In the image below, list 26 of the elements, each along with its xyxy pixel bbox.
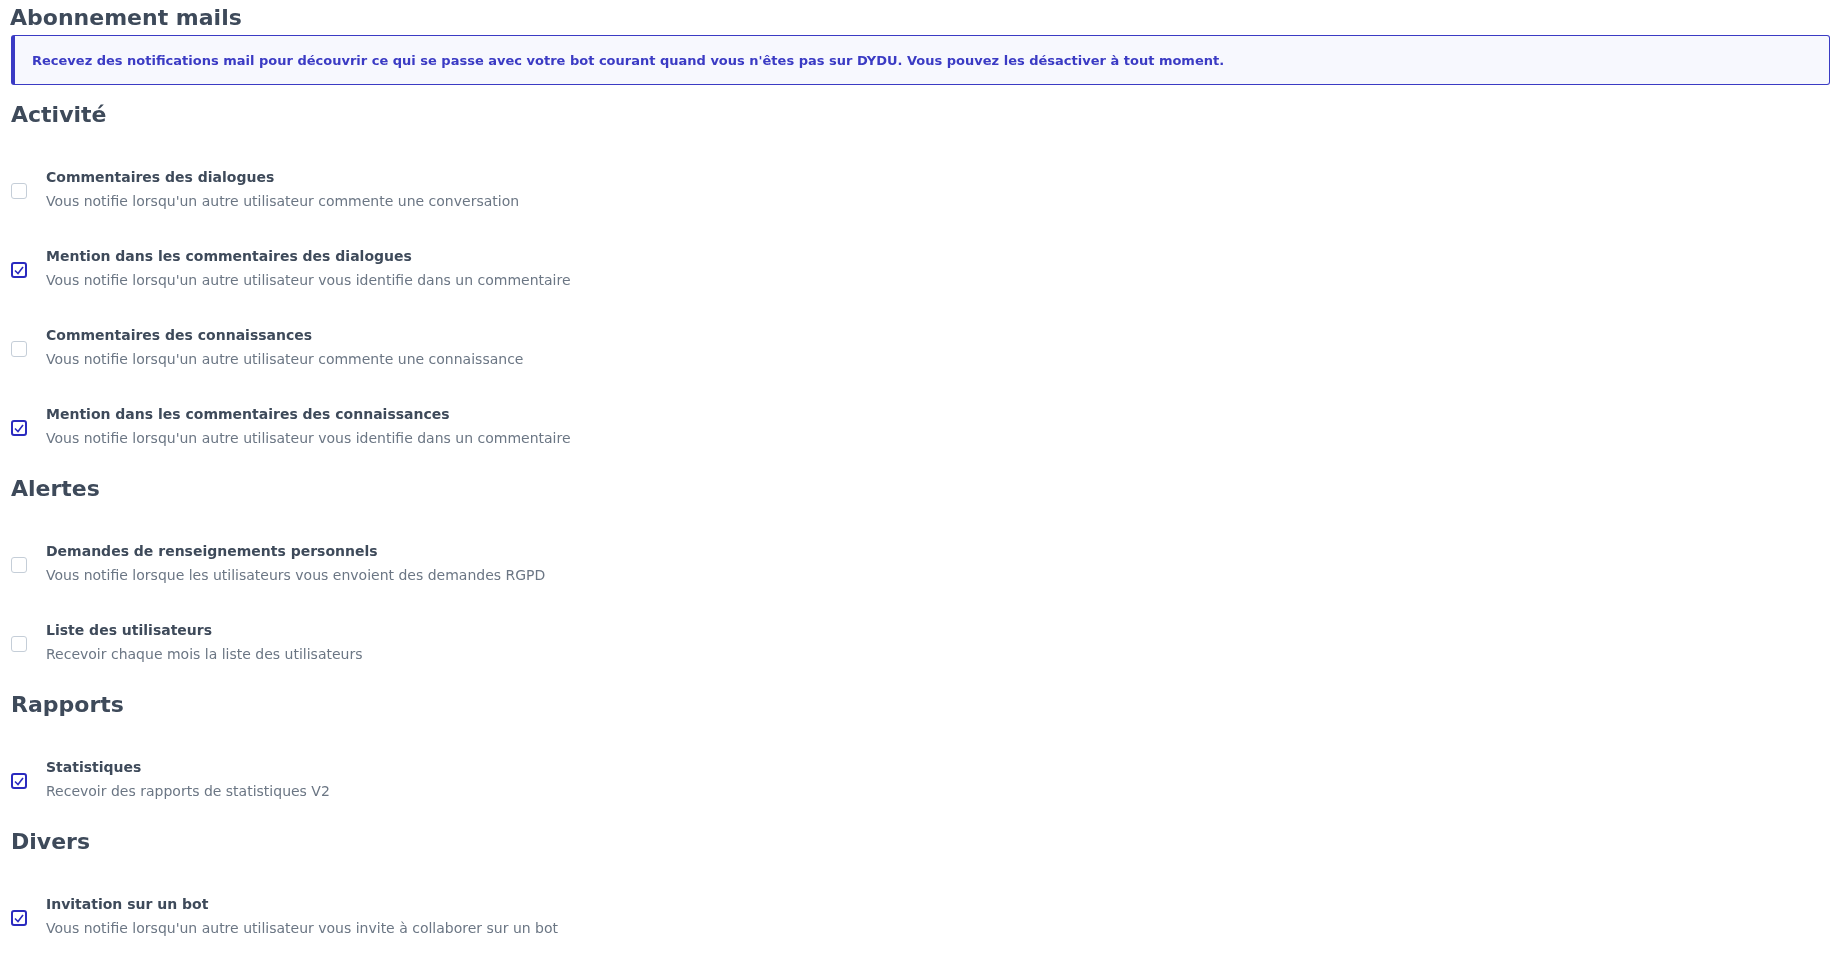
checkbox[interactable] [11,262,27,278]
option-label: Commentaires des connaissances [46,326,313,345]
option-description: Vous notifie lorsque les utilisateurs vous envoient des demandes RGPD [46,566,546,585]
option-label: Mention dans les commentaires des connaissances [46,405,450,424]
option-label: Liste des utilisateurs [46,621,213,640]
info-banner: Recevez des notifications mail pour découvrir ce qui se passe avec votre bot courant quand vous n'êtes pas sur DYDU. Vous pouvez les désactiver à tout moment. [11,35,1830,85]
option-description: Vous notifie lorsqu'un autre utilisateur vous invite à collaborer sur un bot [46,919,559,938]
section-heading: Activité [11,101,107,129]
section-heading: Divers [11,828,90,856]
option-description: Vous notifie lorsqu'un autre utilisateur vous identifie dans un commentaire [46,429,571,448]
checkbox[interactable] [11,910,27,926]
option-description: Recevoir chaque mois la liste des utilisateurs [46,645,363,664]
option-label: Invitation sur un bot [46,895,209,914]
section-heading: Rapports [11,691,124,719]
option-label: Mention dans les commentaires des dialogues [46,247,412,266]
option-label: Commentaires des dialogues [46,168,275,187]
option-description: Vous notifie lorsqu'un autre utilisateur commente une connaissance [46,350,524,369]
checkbox[interactable] [11,420,27,436]
option-description: Recevoir des rapports de statistiques V2 [46,782,330,801]
option-label: Demandes de renseignements personnels [46,542,378,561]
page-title: Abonnement mails [10,4,242,32]
section-heading: Alertes [11,475,100,503]
checkbox[interactable] [11,773,27,789]
option-description: Vous notifie lorsqu'un autre utilisateur commente une conversation [46,192,520,211]
option-description: Vous notifie lorsqu'un autre utilisateur vous identifie dans un commentaire [46,271,571,290]
option-label: Statistiques [46,758,142,777]
